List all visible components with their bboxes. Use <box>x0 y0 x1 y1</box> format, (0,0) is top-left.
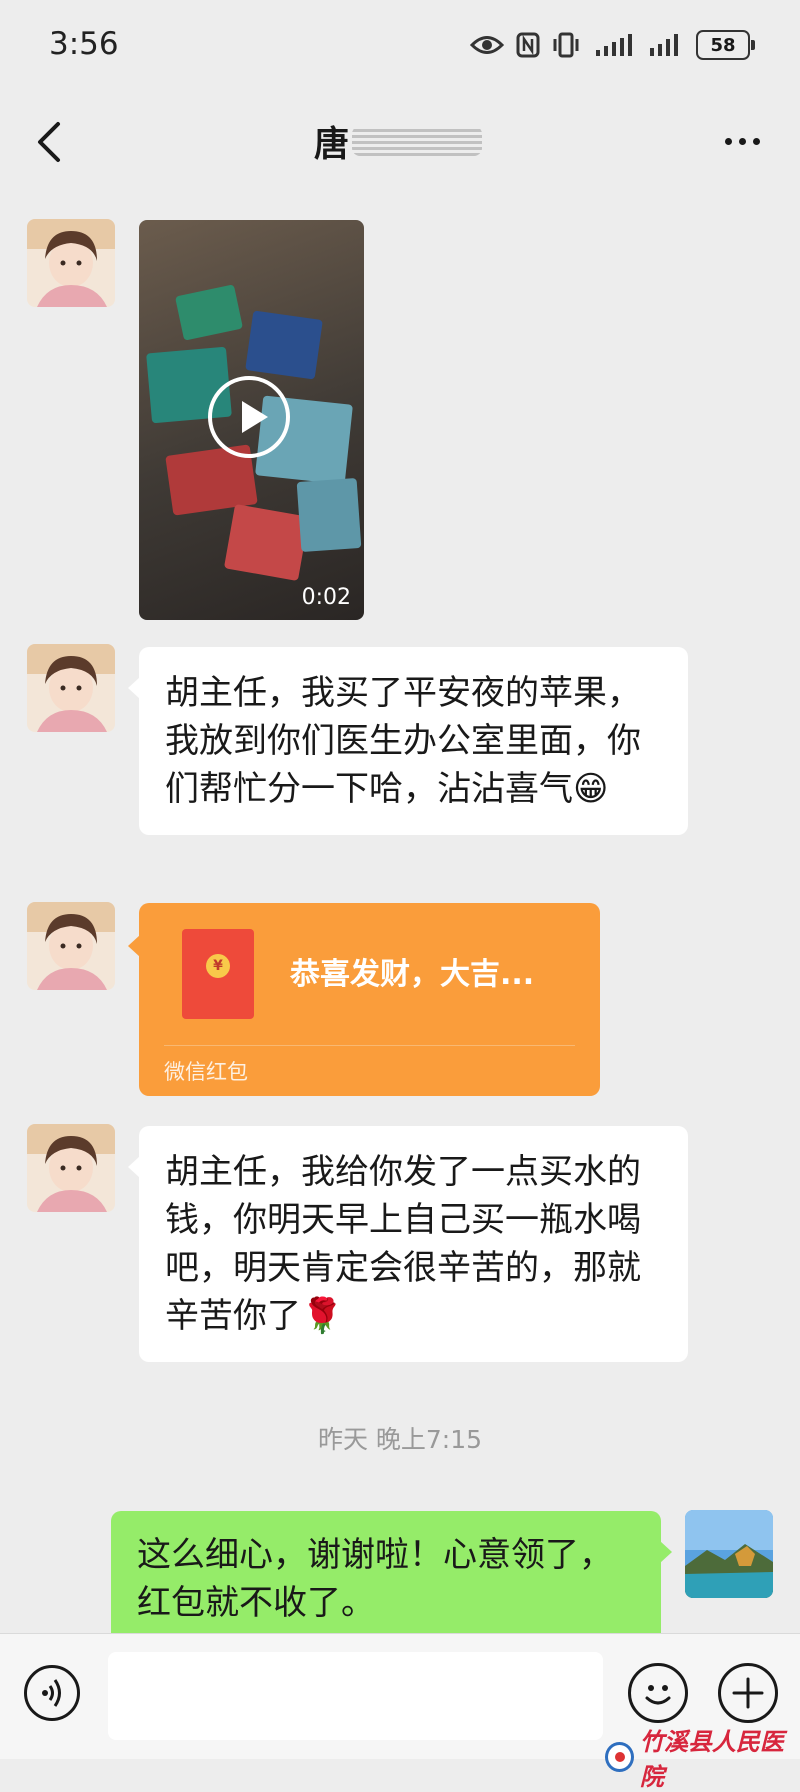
plus-button[interactable] <box>718 1663 778 1723</box>
play-icon[interactable] <box>208 376 290 458</box>
battery-icon: 58 <box>696 30 755 60</box>
emoji-button[interactable] <box>628 1663 688 1723</box>
avatar-self[interactable] <box>685 1510 773 1598</box>
vibrate-icon <box>553 32 579 58</box>
plus-icon <box>732 1677 764 1709</box>
hospital-logo-icon <box>605 1742 634 1772</box>
coin-icon: ¥ <box>206 954 230 978</box>
chat-title-wrap: 唐 <box>314 116 483 166</box>
emoji-icon <box>645 1685 671 1705</box>
more-button[interactable] <box>712 116 772 166</box>
hospital-watermark: 竹溪县人民医院 <box>605 1722 800 1792</box>
video-thumb-shape <box>245 310 323 380</box>
status-icons: 58 <box>470 28 755 62</box>
signal-icon <box>650 34 678 56</box>
status-time: 3:56 <box>49 26 119 62</box>
red-packet-message[interactable]: ¥ 恭喜发财，大吉... 微信红包 <box>128 903 600 1096</box>
red-envelope-icon: ¥ <box>182 929 254 1019</box>
message-text: 这么细心，谢谢啦！心意领了，红包就不收了。 <box>137 1535 613 1623</box>
red-packet-label: 微信红包 <box>164 1060 248 1084</box>
message-text: 胡主任，我买了平安夜的苹果，我放到你们医生办公室里面，你们帮忙分一下哈，沾沾喜气… <box>165 673 641 809</box>
red-packet-title: 恭喜发财，大吉... <box>290 957 535 992</box>
avatar[interactable] <box>27 219 115 307</box>
ellipsis-icon <box>724 137 732 145</box>
voice-button[interactable] <box>24 1665 80 1721</box>
status-bar: 3:56 58 <box>0 0 800 96</box>
message-timestamp: 昨天 晚上7:15 <box>317 1425 483 1454</box>
avatar[interactable] <box>27 902 115 990</box>
signal-icon <box>596 34 632 56</box>
title-redaction <box>352 126 483 156</box>
video-duration: 0:02 <box>301 585 351 610</box>
message-bubble[interactable]: 胡主任，我买了平安夜的苹果，我放到你们医生办公室里面，你们帮忙分一下哈，沾沾喜气… <box>128 647 688 835</box>
chat-header: 唐 <box>0 96 800 188</box>
voice-icon <box>42 1679 61 1707</box>
watermark-text: 竹溪县人民医院 <box>639 1727 784 1791</box>
video-message[interactable]: 0:02 <box>139 220 364 620</box>
message-text: 胡主任，我给你发了一点买水的钱，你明天早上自己买一瓶水喝吧，明天肯定会很辛苦的，… <box>165 1152 641 1336</box>
eye-icon <box>470 36 504 54</box>
avatar[interactable] <box>27 1124 115 1212</box>
video-thumb-shape <box>223 503 310 582</box>
nfc-icon <box>516 32 540 58</box>
message-bubble-self[interactable]: 这么细心，谢谢啦！心意领了，红包就不收了。 <box>111 1511 672 1633</box>
video-thumb-shape <box>296 477 362 553</box>
back-button[interactable] <box>28 114 76 170</box>
divider <box>164 1045 575 1046</box>
video-thumb-shape <box>174 284 244 341</box>
message-bubble[interactable]: 胡主任，我给你发了一点买水的钱，你明天早上自己买一瓶水喝吧，明天肯定会很辛苦的，… <box>128 1126 688 1362</box>
message-input[interactable] <box>108 1652 603 1740</box>
chat-title: 唐 <box>314 124 351 165</box>
chevron-left-icon <box>38 122 60 162</box>
avatar[interactable] <box>27 644 115 732</box>
